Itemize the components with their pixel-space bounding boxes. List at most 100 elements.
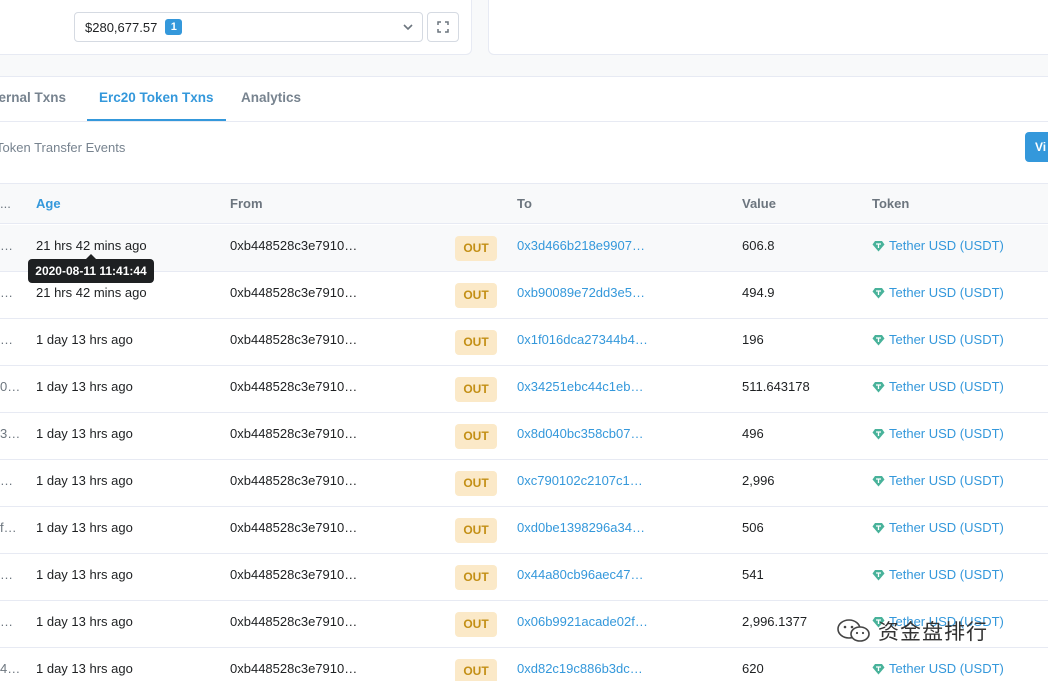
age-cell: 1 day 13 hrs ago xyxy=(36,332,133,347)
txn-hash-cell[interactable]: 0… xyxy=(0,379,20,394)
token-link[interactable]: Tether USD (USDT) xyxy=(872,567,1004,582)
subheader: Token Transfer Events xyxy=(0,121,1048,183)
value-cell: 2,996.1377 xyxy=(742,614,808,629)
token-link[interactable]: Tether USD (USDT) xyxy=(872,661,1004,676)
to-address-link[interactable]: 0xc790102c2107c1… xyxy=(517,473,643,488)
tether-icon xyxy=(872,381,885,392)
token-name: Tether USD (USDT) xyxy=(889,520,1004,535)
value-cell: 506 xyxy=(742,520,764,535)
txn-hash-cell[interactable]: … xyxy=(0,238,13,253)
value-cell: 196 xyxy=(742,332,764,347)
tab-analytics[interactable]: Analytics xyxy=(241,76,301,120)
tether-icon xyxy=(872,334,885,345)
token-count-badge: 1 xyxy=(165,19,183,35)
from-address: 0xb448528c3e7910… xyxy=(230,238,358,253)
table-row: f… 1 day 13 hrs ago 0xb448528c3e7910… OUT 0x… xyxy=(0,507,1048,554)
to-address-link[interactable]: 0x44a80cb96aec47… xyxy=(517,567,644,582)
column-header-to: To xyxy=(517,196,532,211)
table-row: 4… 1 day 13 hrs ago 0xb448528c3e7910… OUT 0x… xyxy=(0,648,1048,681)
tether-icon xyxy=(872,522,885,533)
token-name: Tether USD (USDT) xyxy=(889,285,1004,300)
to-address-link[interactable]: 0x34251ebc44c1eb… xyxy=(517,379,644,394)
tab-internal-txns[interactable]: ternal Txns xyxy=(0,76,66,120)
table-row: … 1 day 13 hrs ago 0xb448528c3e7910… OUT 0x4… xyxy=(0,554,1048,601)
age-cell: 1 day 13 hrs ago xyxy=(36,426,133,441)
txn-hash-cell[interactable]: 4… xyxy=(0,661,20,676)
tether-icon xyxy=(872,287,885,298)
age-cell: 1 day 13 hrs ago xyxy=(36,379,133,394)
age-tooltip: 2020-08-11 11:41:44 xyxy=(28,254,154,283)
to-address-link[interactable]: 0x8d040bc358cb07… xyxy=(517,426,644,441)
txn-hash-cell[interactable]: … xyxy=(0,285,13,300)
from-address: 0xb448528c3e7910… xyxy=(230,426,358,441)
value-cell: 541 xyxy=(742,567,764,582)
token-link[interactable]: Tether USD (USDT) xyxy=(872,238,1004,253)
column-header-token: Token xyxy=(872,196,910,211)
token-link[interactable]: Tether USD (USDT) xyxy=(872,473,1004,488)
token-balance-select[interactable]: $280,677.57 1 xyxy=(74,12,423,42)
token-name: Tether USD (USDT) xyxy=(889,567,1004,582)
table-row: 3… 1 day 13 hrs ago 0xb448528c3e7910… OUT 0x… xyxy=(0,413,1048,460)
direction-badge: OUT xyxy=(455,377,497,402)
direction-badge: OUT xyxy=(455,612,497,637)
token-link[interactable]: Tether USD (USDT) xyxy=(872,379,1004,394)
column-header-txn: ... xyxy=(0,196,11,211)
column-header-age[interactable]: Age xyxy=(36,196,61,211)
table-header: ... Age From To Value Token xyxy=(0,183,1048,224)
to-address-link[interactable]: 0xb90089e72dd3e5… xyxy=(517,285,645,300)
from-address: 0xb448528c3e7910… xyxy=(230,473,358,488)
age-cell: 21 hrs 42 mins ago xyxy=(36,285,147,300)
direction-badge: OUT xyxy=(455,565,497,590)
txn-hash-cell[interactable]: 3… xyxy=(0,426,20,441)
from-address: 0xb448528c3e7910… xyxy=(230,285,358,300)
to-address-link[interactable]: 0xd82c19c886b3dc… xyxy=(517,661,643,676)
table-row: 0… 1 day 13 hrs ago 0xb448528c3e7910… OUT 0x… xyxy=(0,366,1048,413)
to-address-link[interactable]: 0x1f016dca27344b4… xyxy=(517,332,648,347)
expand-icon xyxy=(437,21,449,33)
table-row: … 21 hrs 42 mins ago 0xb448528c3e7910… OUT 0… xyxy=(0,272,1048,319)
direction-badge: OUT xyxy=(455,330,497,355)
token-link[interactable]: Tether USD (USDT) xyxy=(872,520,1004,535)
tether-icon xyxy=(872,240,885,251)
tether-icon xyxy=(872,663,885,674)
chevron-down-icon xyxy=(403,24,413,31)
age-cell: 21 hrs 42 mins ago xyxy=(36,238,147,253)
transfer-events-summary: Token Transfer Events xyxy=(0,140,126,155)
direction-badge: OUT xyxy=(455,424,497,449)
from-address: 0xb448528c3e7910… xyxy=(230,379,358,394)
txn-hash-cell[interactable]: f… xyxy=(0,520,17,535)
token-link[interactable]: Tether USD (USDT) xyxy=(872,426,1004,441)
direction-badge: OUT xyxy=(455,518,497,543)
info-card xyxy=(488,0,1048,55)
tab-erc20-token-txns[interactable]: Erc20 Token Txns xyxy=(87,76,226,121)
table-row: … 1 day 13 hrs ago 0xb448528c3e7910… OUT 0xc… xyxy=(0,460,1048,507)
to-address-link[interactable]: 0xd0be1398296a34… xyxy=(517,520,645,535)
age-cell: 1 day 13 hrs ago xyxy=(36,520,133,535)
page: $280,677.57 1 ternal Txns Erc20 Token Tx… xyxy=(0,0,1048,681)
txn-hash-cell[interactable]: … xyxy=(0,567,13,582)
wechat-icon xyxy=(837,619,870,642)
value-cell: 620 xyxy=(742,661,764,676)
table-row: … 21 hrs 42 mins ago 0xb448528c3e7910… OUT 0… xyxy=(0,225,1048,272)
value-cell: 494.9 xyxy=(742,285,775,300)
watermark: 资金盘排行 xyxy=(836,616,988,646)
token-name: Tether USD (USDT) xyxy=(889,379,1004,394)
txn-hash-cell[interactable]: … xyxy=(0,614,13,629)
to-address-link[interactable]: 0x06b9921acade02f… xyxy=(517,614,648,629)
watermark-text: 资金盘排行 xyxy=(878,621,988,644)
table-row: … 1 day 13 hrs ago 0xb448528c3e7910… OUT 0x1… xyxy=(0,319,1048,366)
txn-hash-cell[interactable]: … xyxy=(0,473,13,488)
age-cell: 1 day 13 hrs ago xyxy=(36,567,133,582)
token-name: Tether USD (USDT) xyxy=(889,332,1004,347)
view-all-button[interactable]: Vi xyxy=(1025,132,1048,162)
tether-icon xyxy=(872,569,885,580)
value-cell: 2,996 xyxy=(742,473,775,488)
from-address: 0xb448528c3e7910… xyxy=(230,567,358,582)
token-link[interactable]: Tether USD (USDT) xyxy=(872,285,1004,300)
expand-button[interactable] xyxy=(427,12,459,42)
token-name: Tether USD (USDT) xyxy=(889,426,1004,441)
to-address-link[interactable]: 0x3d466b218e9907… xyxy=(517,238,645,253)
txn-hash-cell[interactable]: … xyxy=(0,332,13,347)
token-link[interactable]: Tether USD (USDT) xyxy=(872,332,1004,347)
token-name: Tether USD (USDT) xyxy=(889,661,1004,676)
